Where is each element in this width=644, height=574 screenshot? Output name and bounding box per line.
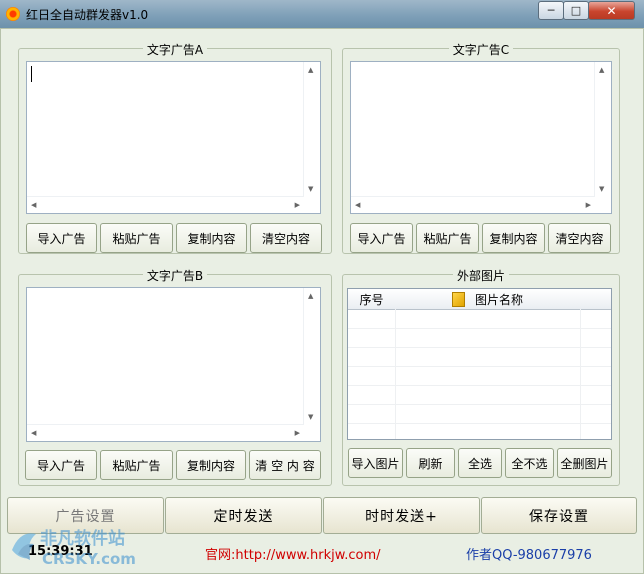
copy-ad-c-button[interactable]: 复制内容 — [482, 223, 545, 253]
scroll-left-icon[interactable]: ◀ — [31, 429, 36, 437]
delete-all-images-button[interactable]: 全删图片 — [557, 448, 612, 478]
minimize-button[interactable]: ─ — [538, 1, 564, 20]
scroll-up-icon[interactable]: ▲ — [308, 292, 313, 300]
panel-images-title: 外部图片 — [452, 269, 509, 283]
scroll-down-icon[interactable]: ▼ — [308, 413, 313, 421]
panel-b-title: 文字广告B — [142, 269, 208, 283]
list-row[interactable] — [348, 367, 611, 386]
text-ad-c-hscrollbar[interactable]: ◀ ▶ — [351, 196, 595, 213]
scroll-right-icon[interactable]: ▶ — [295, 429, 300, 437]
clear-ad-b-button[interactable]: 清 空 内 容 — [249, 450, 321, 480]
copy-ad-a-button[interactable]: 复制内容 — [176, 223, 247, 253]
import-ad-c-button[interactable]: 导入广告 — [350, 223, 413, 253]
paste-ad-a-button[interactable]: 粘贴广告 — [100, 223, 173, 253]
scroll-down-icon[interactable]: ▼ — [308, 185, 313, 193]
image-name-header-label: 图片名称 — [474, 292, 523, 307]
save-settings-button[interactable]: 保存设置 — [481, 497, 637, 534]
text-ad-a-textarea[interactable]: ▲ ▼ ◀ ▶ — [26, 61, 321, 214]
column-header-index[interactable]: 序号 — [348, 289, 396, 310]
crsky-watermark-logo: 非凡软件站 CRSKY.com — [12, 528, 136, 568]
text-ad-c-vscrollbar[interactable]: ▲ ▼ — [594, 62, 611, 197]
instant-send-button[interactable]: 时时发送+ — [323, 497, 480, 534]
scroll-down-icon[interactable]: ▼ — [599, 185, 604, 193]
scroll-up-icon[interactable]: ▲ — [308, 66, 313, 74]
list-row[interactable] — [348, 405, 611, 424]
list-row[interactable] — [348, 310, 611, 329]
paste-ad-c-button[interactable]: 粘贴广告 — [416, 223, 479, 253]
panel-a-title: 文字广告A — [142, 43, 208, 57]
clear-ad-c-button[interactable]: 清空内容 — [548, 223, 611, 253]
watermark-text-cn: 非凡软件站 — [40, 528, 125, 549]
refresh-images-button[interactable]: 刷新 — [406, 448, 455, 478]
scroll-right-icon[interactable]: ▶ — [586, 201, 591, 209]
image-file-icon — [451, 291, 465, 307]
minimize-icon: ─ — [547, 4, 555, 17]
paste-ad-b-button[interactable]: 粘贴广告 — [100, 450, 173, 480]
maximize-button[interactable]: □ — [563, 1, 589, 20]
list-row[interactable] — [348, 386, 611, 405]
select-all-button[interactable]: 全选 — [458, 448, 502, 478]
app-sun-icon — [6, 7, 20, 21]
scheduled-send-button[interactable]: 定时发送 — [165, 497, 322, 534]
close-icon: ✕ — [606, 3, 617, 18]
text-ad-a-vscrollbar[interactable]: ▲ ▼ — [303, 62, 320, 197]
select-none-button[interactable]: 全不选 — [505, 448, 554, 478]
author-qq: 作者QQ-980677976 — [466, 548, 592, 563]
list-row[interactable] — [348, 424, 611, 439]
import-images-button[interactable]: 导入图片 — [348, 448, 403, 478]
panel-c-title: 文字广告C — [448, 43, 514, 57]
import-ad-b-button[interactable]: 导入广告 — [25, 450, 97, 480]
window-title: 红日全自动群发器v1.0 — [26, 8, 149, 22]
text-ad-a-hscrollbar[interactable]: ◀ ▶ — [27, 196, 304, 213]
image-list-view[interactable]: 序号 图片名称 — [347, 288, 612, 440]
scroll-right-icon[interactable]: ▶ — [295, 201, 300, 209]
scroll-up-icon[interactable]: ▲ — [599, 66, 604, 74]
text-ad-c-textarea[interactable]: ▲ ▼ ◀ ▶ — [350, 61, 612, 214]
list-row[interactable] — [348, 348, 611, 367]
watermark-text-en: CRSKY.com — [42, 550, 136, 568]
close-button[interactable]: ✕ — [588, 1, 635, 20]
text-ad-b-vscrollbar[interactable]: ▲ ▼ — [303, 288, 320, 425]
clear-ad-a-button[interactable]: 清空内容 — [250, 223, 322, 253]
column-header-image-name[interactable]: 图片名称 — [395, 289, 581, 310]
scroll-left-icon[interactable]: ◀ — [31, 201, 36, 209]
title-bar[interactable]: 红日全自动群发器v1.0 ─ □ ✕ — [0, 0, 644, 28]
text-caret — [31, 66, 32, 82]
text-ad-b-textarea[interactable]: ▲ ▼ ◀ ▶ — [26, 287, 321, 442]
scroll-left-icon[interactable]: ◀ — [355, 201, 360, 209]
copy-ad-b-button[interactable]: 复制内容 — [176, 450, 246, 480]
text-ad-b-hscrollbar[interactable]: ◀ ▶ — [27, 424, 304, 441]
import-ad-a-button[interactable]: 导入广告 — [26, 223, 97, 253]
column-header-filler — [580, 289, 611, 310]
official-website-link[interactable]: 官网:http://www.hrkjw.com/ — [205, 544, 380, 563]
list-row[interactable] — [348, 329, 611, 348]
maximize-icon: □ — [570, 4, 582, 17]
